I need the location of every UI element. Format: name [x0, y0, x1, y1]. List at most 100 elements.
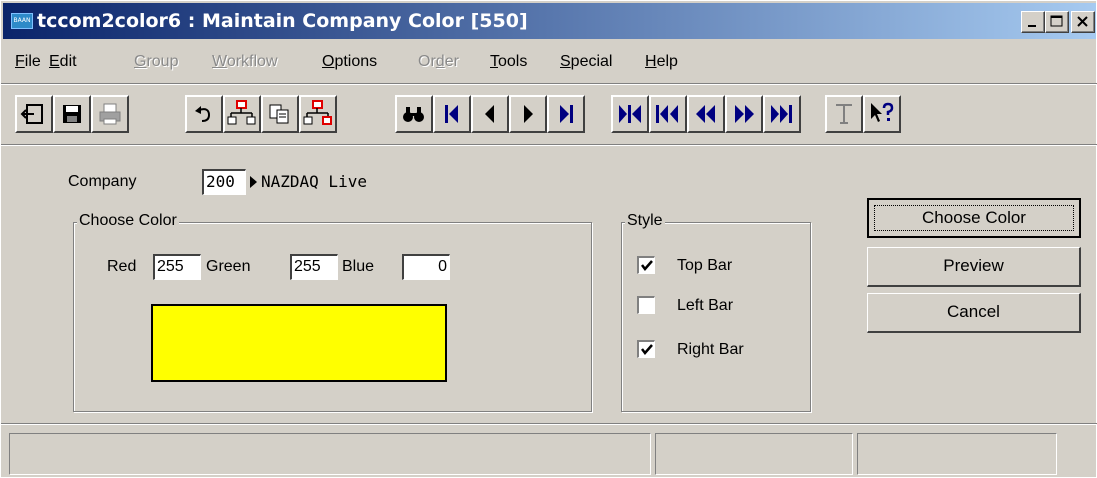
menu-options[interactable]: Options: [322, 53, 377, 71]
company-label: Company: [68, 173, 137, 190]
fast-forward-icon: [735, 105, 754, 123]
menu-order[interactable]: Order: [418, 53, 459, 71]
menu-edit[interactable]: Edit: [49, 53, 77, 71]
first-record-icon: [445, 105, 458, 123]
cancel-button[interactable]: Cancel: [867, 293, 1081, 333]
previous-record-icon: [485, 105, 494, 123]
copy-button[interactable]: [261, 95, 299, 133]
duplicate-record-button[interactable]: [299, 95, 337, 133]
app-icon[interactable]: BAAN: [11, 13, 33, 29]
menu-file-mnemonic: F: [15, 53, 25, 70]
status-pane-3: [857, 433, 1057, 475]
left-bar-checkbox[interactable]: [637, 296, 655, 314]
undo-icon: [195, 106, 211, 122]
menu-options-post: ptions: [334, 53, 378, 70]
red-label: Red: [107, 258, 137, 275]
next-record-button[interactable]: [509, 95, 547, 133]
maximize-button[interactable]: [1045, 11, 1069, 33]
print-button[interactable]: [91, 95, 129, 133]
last-record-icon: [560, 105, 573, 123]
menu-options-mnemonic: O: [322, 53, 335, 70]
menu-order-post: er: [444, 53, 459, 70]
blue-field[interactable]: 0: [402, 254, 450, 280]
green-field[interactable]: 255: [290, 254, 338, 280]
style-group: [621, 222, 811, 412]
choose-color-group-title: Choose Color: [77, 212, 179, 230]
title-bar[interactable]: BAAN tccom2color6 : Maintain Company Col…: [3, 3, 1096, 39]
checkmark-icon: [641, 260, 653, 271]
rewind-button[interactable]: [687, 95, 725, 133]
menu-special-post: pecial: [570, 53, 613, 70]
status-pane-main: [9, 433, 651, 475]
insert-record-icon: [227, 100, 256, 125]
menu-edit-mnemonic: E: [49, 53, 60, 70]
copy-icon: [269, 104, 289, 124]
minimize-button[interactable]: [1021, 11, 1045, 33]
previous-set-icon: [656, 105, 678, 123]
maximize-icon: [1050, 15, 1063, 27]
menu-help-post: elp: [656, 53, 678, 70]
duplicate-record-icon: [303, 100, 332, 125]
menu-help-mnemonic: H: [645, 53, 657, 70]
blue-label: Blue: [342, 258, 375, 275]
previous-set-button[interactable]: [649, 95, 687, 133]
menu-group-post: roup: [146, 53, 179, 70]
previous-record-button[interactable]: [471, 95, 509, 133]
first-set-button[interactable]: [611, 95, 649, 133]
left-bar-label[interactable]: Left Bar: [677, 297, 733, 315]
style-group-title: Style: [625, 212, 665, 230]
last-set-button[interactable]: [763, 95, 801, 133]
top-bar-label[interactable]: Top Bar: [677, 257, 732, 275]
company-field[interactable]: 200: [202, 169, 246, 195]
company-name: NAZDAQ Live: [261, 172, 367, 191]
choose-color-button-label: Choose Color: [922, 208, 1026, 227]
menu-help[interactable]: Help: [645, 53, 678, 71]
find-icon: [403, 107, 424, 122]
help-pointer-button[interactable]: [863, 95, 901, 133]
menu-workflow-post: orkflow: [226, 53, 278, 70]
close-icon: [1077, 16, 1088, 27]
status-separator: [1, 423, 1097, 425]
text-button[interactable]: [825, 95, 863, 133]
text-icon: [836, 104, 852, 124]
menu-tools-post: ools: [498, 53, 528, 70]
menu-file[interactable]: File: [15, 53, 41, 71]
menu-file-post: ile: [24, 53, 41, 70]
application-window: BAAN tccom2color6 : Maintain Company Col…: [0, 0, 1097, 478]
fast-forward-button[interactable]: [725, 95, 763, 133]
first-set-icon: [619, 105, 641, 123]
menu-tools[interactable]: Tools: [490, 53, 527, 71]
save-button[interactable]: [53, 95, 91, 133]
last-set-icon: [771, 105, 792, 123]
preview-button[interactable]: Preview: [867, 247, 1081, 287]
last-record-button[interactable]: [547, 95, 585, 133]
menu-special[interactable]: Special: [560, 53, 612, 71]
menu-special-mnemonic: S: [560, 53, 571, 70]
menu-group[interactable]: Group: [134, 53, 178, 71]
undo-button[interactable]: [185, 95, 223, 133]
red-field[interactable]: 255: [153, 254, 201, 280]
menu-group-mnemonic: G: [134, 53, 147, 70]
choose-color-button[interactable]: Choose Color: [867, 198, 1081, 238]
right-bar-label[interactable]: Right Bar: [677, 341, 744, 359]
zoom-arrow-icon[interactable]: [249, 175, 259, 189]
rewind-icon: [696, 105, 715, 123]
exit-icon: [20, 104, 43, 124]
menu-tools-mnemonic: T: [490, 53, 498, 70]
save-icon: [63, 105, 81, 123]
first-record-button[interactable]: [433, 95, 471, 133]
minimize-icon: [1028, 25, 1036, 27]
exit-button[interactable]: [15, 95, 53, 133]
menu-order-mnemonic: d: [435, 53, 445, 70]
top-bar-checkbox[interactable]: [637, 256, 655, 274]
close-button[interactable]: [1071, 11, 1095, 33]
next-record-icon: [524, 105, 533, 123]
status-pane-2: [655, 433, 853, 475]
right-bar-checkbox[interactable]: [637, 340, 655, 358]
menu-workflow[interactable]: Workflow: [212, 53, 278, 71]
find-button[interactable]: [395, 95, 433, 133]
menu-separator: [1, 83, 1097, 85]
menu-workflow-mnemonic: W: [212, 53, 227, 70]
color-preview-swatch: [151, 304, 447, 382]
insert-record-button[interactable]: [223, 95, 261, 133]
